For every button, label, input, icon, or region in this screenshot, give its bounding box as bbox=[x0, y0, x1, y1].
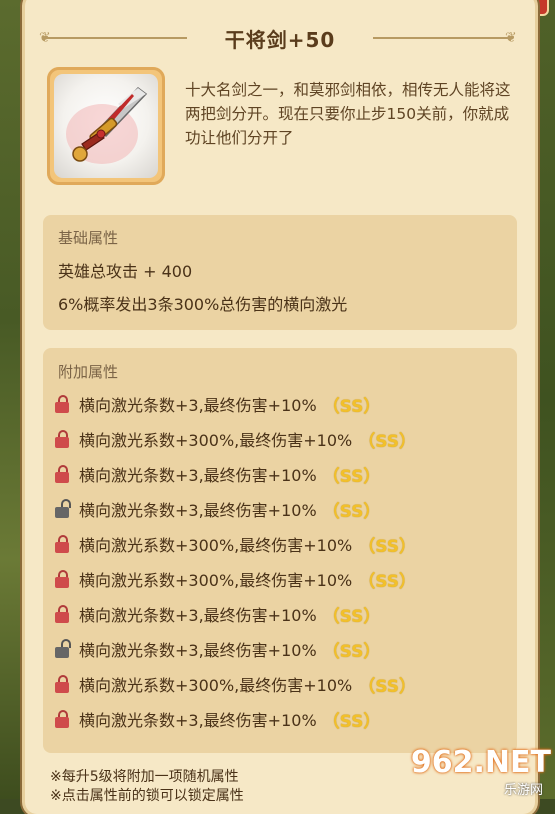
watermark-sub-text: 乐游网 bbox=[503, 783, 543, 798]
extra-attribute-row: 横向激光系数+300%,最终伤害+10% （SS） bbox=[55, 427, 416, 452]
sword-icon bbox=[54, 74, 158, 178]
item-description: 十大名剑之一，和莫邪剑相依，相传无人能将这两把剑分开。现在只要你止步150关前，… bbox=[185, 81, 511, 147]
watermark: 962.NET 乐游网 bbox=[403, 745, 551, 799]
grade-badge: （SS） bbox=[322, 466, 381, 487]
base-attribute-line: 英雄总攻击 + 400 bbox=[58, 262, 193, 281]
attribute-text: 横向激光系数+300%,最终伤害+10% bbox=[79, 571, 353, 590]
attribute-text: 横向激光条数+3,最终伤害+10% bbox=[79, 606, 317, 625]
grade-badge: （SS） bbox=[358, 536, 416, 557]
header-divider-right bbox=[373, 37, 513, 39]
red-padlock-icon[interactable] bbox=[55, 605, 69, 623]
grade-badge: （SS） bbox=[322, 711, 381, 732]
grade-badge: （SS） bbox=[322, 396, 381, 417]
grade-badge: （SS） bbox=[358, 431, 416, 452]
grade-badge: （SS） bbox=[358, 676, 416, 697]
red-padlock-icon[interactable] bbox=[55, 570, 69, 588]
base-attribute-line: 6%概率发出3条300%总伤害的横向激光 bbox=[58, 295, 348, 314]
extra-attributes-panel: 附加属性 横向激光条数+3,最终伤害+10% （SS） 横向激光系数+300%,… bbox=[43, 348, 517, 753]
red-padlock-icon[interactable] bbox=[55, 395, 69, 413]
grade-badge: （SS） bbox=[322, 606, 381, 627]
red-padlock-icon[interactable] bbox=[55, 675, 69, 693]
gray-open-padlock-icon[interactable] bbox=[55, 639, 71, 658]
base-attributes-panel: 基础属性 英雄总攻击 + 400 6%概率发出3条300%总伤害的横向激光 bbox=[43, 215, 517, 330]
grade-badge: （SS） bbox=[322, 501, 381, 522]
attribute-text: 横向激光系数+300%,最终伤害+10% bbox=[79, 536, 353, 555]
attribute-text: 横向激光条数+3,最终伤害+10% bbox=[79, 396, 317, 415]
extra-attribute-row: 横向激光条数+3,最终伤害+10% （SS） bbox=[55, 462, 381, 487]
red-padlock-icon[interactable] bbox=[55, 535, 69, 553]
gray-open-padlock-icon[interactable] bbox=[55, 499, 71, 518]
red-padlock-icon[interactable] bbox=[55, 430, 69, 448]
item-icon-frame bbox=[47, 67, 165, 185]
attribute-text: 横向激光系数+300%,最终伤害+10% bbox=[79, 676, 353, 695]
extra-attribute-row: 横向激光条数+3,最终伤害+10% （SS） bbox=[55, 637, 381, 662]
attribute-text: 横向激光条数+3,最终伤害+10% bbox=[79, 501, 317, 520]
red-padlock-icon[interactable] bbox=[55, 710, 69, 728]
item-title: 干将剑+50 bbox=[224, 27, 336, 52]
extra-attribute-row: 横向激光系数+300%,最终伤害+10% （SS） bbox=[55, 567, 416, 592]
dialog-header: ❦ 干将剑+50 ❦ bbox=[25, 18, 535, 58]
attribute-text: 横向激光系数+300%,最终伤害+10% bbox=[79, 431, 353, 450]
attribute-text: 横向激光条数+3,最终伤害+10% bbox=[79, 711, 317, 730]
extra-attribute-row: 横向激光条数+3,最终伤害+10% （SS） bbox=[55, 707, 381, 732]
ornament-icon: ❦ bbox=[39, 30, 51, 46]
footer-note: ※点击属性前的锁可以锁定属性 bbox=[50, 788, 244, 804]
header-divider-left bbox=[47, 37, 187, 39]
base-attributes-label: 基础属性 bbox=[58, 229, 119, 247]
grade-badge: （SS） bbox=[358, 571, 416, 592]
extra-attribute-row: 横向激光系数+300%,最终伤害+10% （SS） bbox=[55, 672, 416, 697]
item-detail-dialog: ❦ 干将剑+50 ❦ 十大名剑之一，和莫邪剑相依，相传无人能将这两把剑分开。现在… bbox=[25, 0, 535, 814]
extra-attribute-row: 横向激光条数+3,最终伤害+10% （SS） bbox=[55, 497, 381, 522]
extra-attribute-row: 横向激光系数+300%,最终伤害+10% （SS） bbox=[55, 532, 416, 557]
extra-attribute-row: 横向激光条数+3,最终伤害+10% （SS） bbox=[55, 392, 381, 417]
footer-note: ※每升5级将附加一项随机属性 bbox=[50, 769, 239, 785]
attribute-text: 横向激光条数+3,最终伤害+10% bbox=[79, 466, 317, 485]
grade-badge: （SS） bbox=[322, 641, 381, 662]
watermark-logo-text: 962.NET bbox=[410, 745, 551, 780]
ornament-icon: ❦ bbox=[505, 30, 517, 46]
extra-attributes-label: 附加属性 bbox=[58, 363, 119, 381]
attribute-text: 横向激光条数+3,最终伤害+10% bbox=[79, 641, 317, 660]
extra-attribute-row: 横向激光条数+3,最终伤害+10% （SS） bbox=[55, 602, 381, 627]
red-padlock-icon[interactable] bbox=[55, 465, 69, 483]
